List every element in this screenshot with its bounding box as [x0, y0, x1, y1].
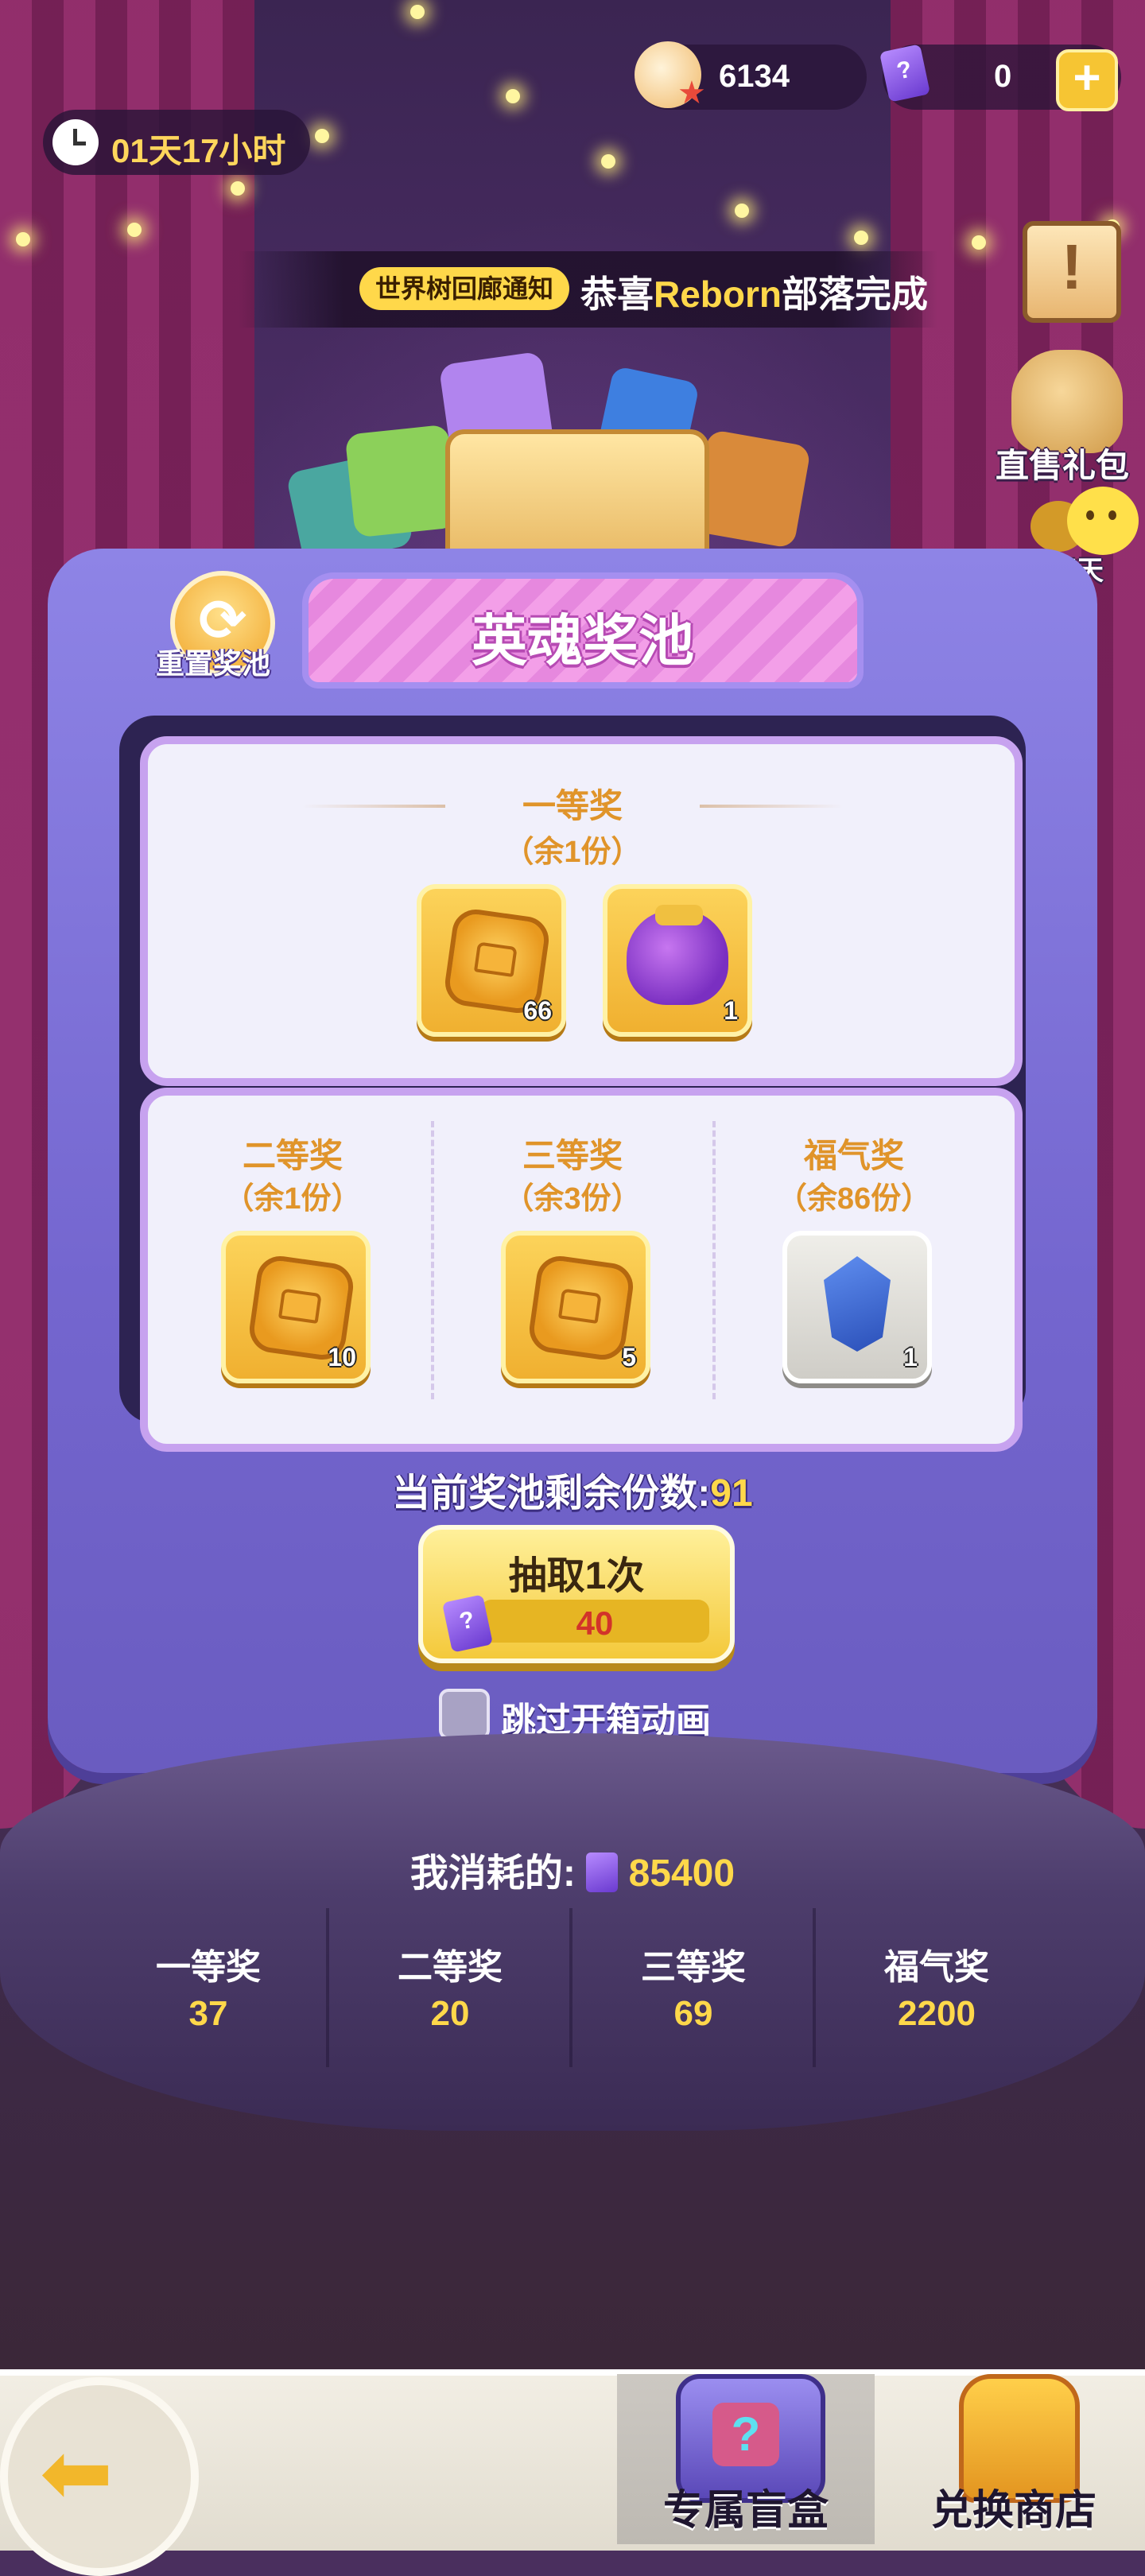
third-prize-remaining: （余3份）: [503, 1182, 642, 1216]
starfish-icon: ★: [677, 76, 706, 111]
shell-currency: ★ 6134: [635, 41, 867, 111]
back-button[interactable]: [0, 2377, 199, 2576]
skip-checkbox[interactable]: [439, 1689, 490, 1740]
second-prize-item[interactable]: 10: [221, 1231, 371, 1383]
crystal-icon: [824, 1256, 891, 1352]
event-info-button[interactable]: !: [1023, 221, 1121, 323]
ticket-amount: 0: [994, 59, 1012, 94]
first-prize-remaining: （余1份）: [503, 836, 642, 869]
timer-text: 01天17小时: [111, 132, 286, 169]
prize-divider: [431, 1121, 434, 1399]
tab-exchange-shop-label: 兑换商店: [930, 2488, 1096, 2534]
draw-button-label: 抽取1次: [508, 1555, 645, 1597]
event-timer: 01天17小时: [43, 110, 310, 175]
ticket-icon: [879, 44, 931, 103]
gift-pack-label[interactable]: 直售礼包: [996, 439, 1129, 487]
stat-second: 二等奖 20: [398, 1948, 503, 2033]
item-qty: 5: [622, 1343, 636, 1371]
lucky-prize-title: 福气奖: [803, 1137, 904, 1174]
item-qty: 66: [523, 996, 552, 1025]
tab-blind-box[interactable]: ? 专属盲盒: [617, 2374, 875, 2544]
first-prize-item-coin[interactable]: 66: [417, 884, 566, 1037]
stat-third: 三等奖 69: [641, 1948, 746, 2033]
bag-icon: [627, 905, 728, 1005]
chat-bubble-icon[interactable]: [1067, 487, 1139, 555]
lucky-prize-item[interactable]: 1: [782, 1231, 932, 1383]
third-prize-title: 三等奖: [522, 1137, 623, 1174]
tab-exchange-shop[interactable]: 兑换商店: [883, 2374, 1145, 2544]
notice-message: 恭喜Reborn部落完成: [580, 274, 928, 315]
pool-title-plate: 英魂奖池: [302, 572, 864, 689]
first-prize-title: 一等奖: [522, 787, 623, 824]
ticket-currency: 0 +: [879, 44, 1121, 111]
third-prize-item[interactable]: 5: [501, 1231, 650, 1383]
gift-pack-icon[interactable]: [1011, 350, 1123, 453]
consumed-summary: 我消耗的: 85400: [409, 1852, 736, 1895]
coin-icon: [526, 1253, 636, 1363]
stat-lucky: 福气奖 2200: [884, 1948, 989, 2033]
shell-amount: 6134: [719, 59, 790, 94]
ticket-icon: [586, 1852, 619, 1892]
add-ticket-button[interactable]: +: [1056, 49, 1118, 111]
treasure-chest-image: [285, 342, 859, 582]
item-qty: 1: [903, 1343, 918, 1371]
reset-pool-label[interactable]: 重置奖池: [156, 641, 270, 682]
ornament-line-right: [700, 805, 843, 808]
pool-title: 英魂奖池: [472, 610, 694, 672]
prize-divider: [712, 1121, 716, 1399]
tab-blind-box-label: 专属盲盒: [662, 2488, 829, 2534]
pool-remaining: 当前奖池剩余份数:91: [392, 1472, 753, 1515]
item-qty: 1: [724, 996, 738, 1025]
first-prize-item-bag[interactable]: 1: [603, 884, 752, 1037]
stat-first: 一等奖 37: [156, 1948, 261, 2033]
draw-once-button[interactable]: 抽取1次 40: [418, 1525, 735, 1663]
exclamation-icon: !: [1061, 231, 1083, 302]
ornament-line-left: [302, 805, 445, 808]
prize-stats: 一等奖 37 二等奖 20 三等奖 69 福气奖 2200: [87, 1908, 1058, 2067]
second-prize-title: 二等奖: [242, 1137, 343, 1174]
item-qty: 10: [328, 1343, 356, 1371]
clock-icon: [52, 119, 99, 165]
lucky-prize-remaining: （余86份）: [776, 1182, 932, 1216]
notice-tag: 世界树回廊通知: [359, 267, 570, 310]
world-notice: 世界树回廊通知 恭喜Reborn部落完成: [239, 251, 938, 328]
second-prize-remaining: （余1份）: [223, 1182, 362, 1216]
draw-cost: 40: [480, 1600, 709, 1643]
